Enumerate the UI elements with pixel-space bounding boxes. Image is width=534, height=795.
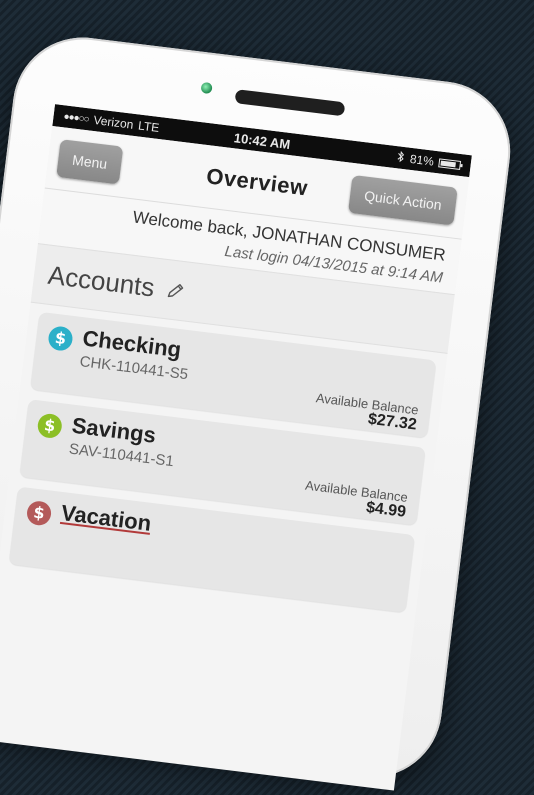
bluetooth-icon xyxy=(396,150,406,166)
phone-screen: ●●●○○ Verizon LTE 10:42 AM 81% Menu Over… xyxy=(0,104,472,791)
account-name: Vacation xyxy=(59,500,153,536)
quick-action-button[interactable]: Quick Action xyxy=(348,174,458,226)
dollar-icon: $ xyxy=(25,499,53,527)
balance-label: Available Balance xyxy=(304,477,409,505)
dollar-icon: $ xyxy=(47,325,74,352)
speaker-grille xyxy=(234,89,346,117)
battery-icon xyxy=(438,157,462,170)
camera-icon xyxy=(200,81,213,95)
menu-button[interactable]: Menu xyxy=(56,139,124,185)
page-title: Overview xyxy=(204,163,310,201)
edit-pencil-icon[interactable] xyxy=(165,279,187,301)
network-type: LTE xyxy=(137,118,161,135)
account-balance: $4.99 xyxy=(365,499,407,521)
account-number: SAV-110441-S1 xyxy=(68,440,175,471)
accounts-title: Accounts xyxy=(46,259,157,302)
balance-label: Available Balance xyxy=(315,390,420,418)
carrier-name: Verizon xyxy=(92,112,135,132)
battery-percent: 81% xyxy=(409,151,435,169)
account-list: $ Checking CHK-110441-S5 Available Balan… xyxy=(0,303,448,632)
signal-strength-icon: ●●●○○ xyxy=(62,110,90,125)
phone-frame: ●●●○○ Verizon LTE 10:42 AM 81% Menu Over… xyxy=(0,29,519,791)
dollar-icon: $ xyxy=(36,412,64,440)
